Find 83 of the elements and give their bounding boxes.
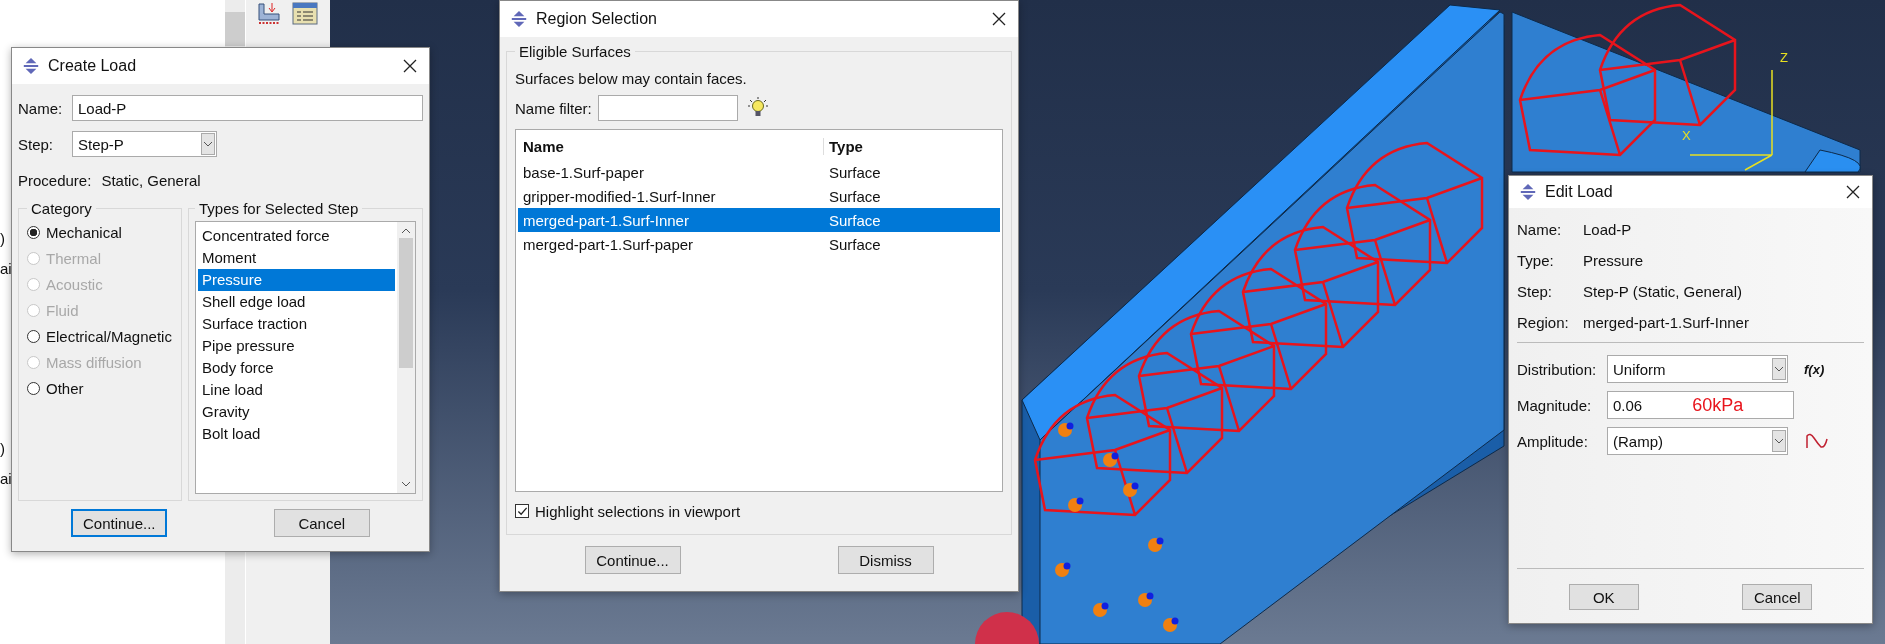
info-value: Load-P [1583,221,1632,238]
table-row[interactable]: base-1.Surf-paper Surface [518,160,1000,184]
field-label: Amplitude: [1517,432,1589,450]
function-button[interactable]: f(x) [1804,361,1825,377]
close-icon[interactable] [992,12,1006,26]
load-tool-icon[interactable] [256,2,282,26]
radio-icon[interactable] [27,381,40,395]
category-radio[interactable]: Other [27,377,173,399]
table-row[interactable]: merged-part-1.Surf-paper Surface [518,232,1000,256]
chevron-down-icon [1774,366,1784,372]
category-radio[interactable]: Mechanical [27,221,173,243]
wave-icon[interactable] [1806,433,1828,449]
procedure-value: Static, General [101,171,201,189]
radio-icon[interactable] [27,225,40,239]
radio-icon[interactable] [27,329,40,343]
chevron-down-icon [203,141,213,147]
info-value: Step-P (Static, General) [1583,283,1742,300]
checkmark-icon [516,505,528,517]
chevron-up-icon[interactable] [401,228,411,234]
dropdown[interactable]: (Ramp) [1607,427,1788,455]
dialog-button[interactable]: Cancel [273,509,370,537]
type-item[interactable]: Gravity [198,401,395,423]
info-value: merged-part-1.Surf-Inner [1583,314,1749,331]
dialog-button[interactable]: Continue... [71,509,168,537]
info-label: Name: [1517,221,1563,238]
group-title: Eligible Surfaces [518,43,632,60]
type-item[interactable]: Body force [198,357,395,379]
field-label: Name filter: [515,99,592,117]
type-item[interactable]: Moment [198,247,395,269]
type-item[interactable]: Concentrated force [198,225,395,247]
cut-text: ) [0,230,5,247]
field-label: Procedure: [18,171,92,189]
info-value: Pressure [1583,252,1644,269]
info-label: Step: [1517,283,1554,300]
close-icon[interactable] [403,59,417,73]
list-scrollbar[interactable] [397,222,415,493]
type-item[interactable]: Bolt load [198,423,395,445]
name-filter-field[interactable] [597,95,738,121]
highlight-checkbox[interactable]: Highlight selections in viewport [515,496,1003,526]
group-title: Types for Selected Step [198,200,360,217]
type-item[interactable]: Pressure [198,269,395,291]
chevron-down-icon [1774,438,1784,444]
type-item[interactable]: Shell edge load [198,291,395,313]
table-row[interactable]: gripper-modified-1.Surf-Inner Surface [518,184,1000,208]
window-title: Edit Load [1545,183,1614,201]
table-window-icon[interactable] [292,2,318,26]
field-label: Name: [18,99,64,117]
app-icon [22,57,40,75]
info-label: Region: [1517,314,1570,331]
surface-drawing [975,612,1039,644]
info-label: Type: [1517,252,1555,269]
axis-label: X [1682,128,1691,143]
app-icon [1519,183,1537,201]
chevron-down-icon[interactable] [401,481,411,487]
field-label: Magnitude: [1517,396,1593,414]
dialog-button[interactable]: Cancel [1742,584,1813,610]
type-item[interactable]: Line load [198,379,395,401]
close-icon[interactable] [1846,185,1860,199]
table-row[interactable]: merged-part-1.Surf-Inner Surface [518,208,1000,232]
hint-text: Surfaces below may contain faces. [515,70,748,87]
window-title: Region Selection [536,10,658,28]
dialog-button[interactable]: OK [1568,584,1639,610]
type-item[interactable]: Surface traction [198,313,395,335]
dropdown[interactable]: Uniform [1607,355,1788,383]
axis-label: Z [1780,50,1788,65]
name-field[interactable]: Load-P [72,95,423,121]
dialog-button[interactable]: Dismiss [837,546,934,574]
group-title: Category [30,200,93,217]
window-title: Create Load [48,57,138,75]
category-radio[interactable]: Electrical/Magnetic [27,325,173,347]
cut-text: ai [0,260,12,277]
app-icon [510,10,528,28]
column-header[interactable]: Name [518,137,824,155]
column-header[interactable]: Type [824,137,1000,155]
field-label: Distribution: [1517,360,1598,378]
step-dropdown[interactable]: Step-P [72,131,217,157]
cut-text: ) [0,440,5,457]
dialog-button[interactable]: Continue... [584,546,681,574]
field-label: Step: [18,135,55,153]
lightbulb-icon[interactable] [747,97,768,119]
cut-text: ai [0,470,12,487]
magnitude-field[interactable]: 0.06 60kPa [1607,391,1794,419]
type-item[interactable]: Pipe pressure [198,335,395,357]
